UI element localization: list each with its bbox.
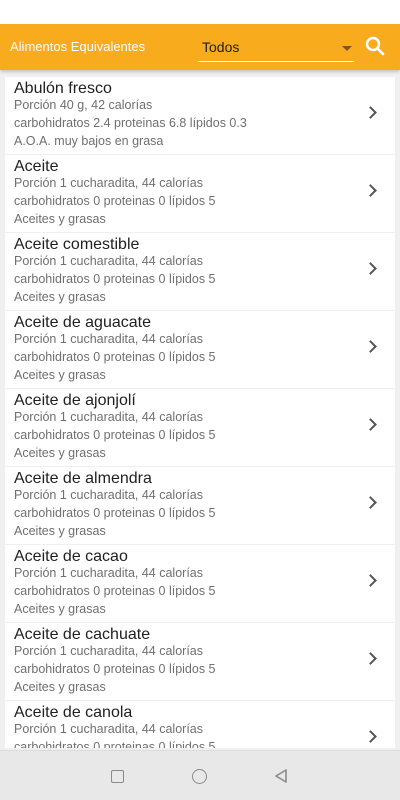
food-macros: carbohidratos 2.4 proteinas 6.8 lípidos …	[14, 116, 247, 130]
food-name: Abulón fresco	[14, 80, 112, 97]
food-list-item[interactable]: Aceite de cacao Porción 1 cucharadita, 4…	[5, 545, 395, 622]
food-name: Aceite de aguacate	[14, 314, 151, 331]
food-portion: Porción 1 cucharadita, 44 calorías	[14, 254, 203, 268]
search-icon	[365, 36, 385, 56]
food-portion: Porción 1 cucharadita, 44 calorías	[14, 566, 203, 580]
food-name: Aceite	[14, 158, 59, 175]
food-group: Aceites y grasas	[14, 446, 106, 460]
food-macros: carbohidratos 0 proteinas 0 lípidos 5	[14, 662, 216, 676]
food-portion: Porción 1 cucharadita, 44 calorías	[14, 410, 203, 424]
chevron-right-icon	[364, 730, 377, 743]
food-list-item[interactable]: Aceite de ajonjolí Porción 1 cucharadita…	[5, 389, 395, 466]
food-portion: Porción 40 g, 42 calorías	[14, 98, 153, 112]
food-macros: carbohidratos 0 proteinas 0 lípidos 5	[14, 740, 216, 748]
status-bar	[0, 0, 400, 24]
triangle-back-icon[interactable]	[273, 768, 289, 784]
category-filter-select[interactable]: Todos	[198, 34, 354, 62]
food-name: Aceite de cachuate	[14, 626, 151, 643]
food-list-item[interactable]: Aceite Porción 1 cucharadita, 44 caloría…	[5, 155, 395, 232]
chevron-right-icon	[364, 340, 377, 353]
food-portion: Porción 1 cucharadita, 44 calorías	[14, 488, 203, 502]
chevron-right-icon	[364, 574, 377, 587]
food-macros: carbohidratos 0 proteinas 0 lípidos 5	[14, 428, 216, 442]
food-name: Aceite de almendra	[14, 470, 152, 487]
circle-icon[interactable]	[192, 769, 207, 784]
food-name: Aceite de cacao	[14, 548, 128, 565]
food-list-item[interactable]: Aceite comestible Porción 1 cucharadita,…	[5, 233, 395, 310]
square-icon[interactable]	[111, 770, 124, 783]
food-list-item[interactable]: Aceite de cachuate Porción 1 cucharadita…	[5, 623, 395, 700]
system-navigation-bar	[0, 750, 400, 800]
food-macros: carbohidratos 0 proteinas 0 lípidos 5	[14, 194, 216, 208]
chevron-right-icon	[364, 652, 377, 665]
food-group: Aceites y grasas	[14, 212, 106, 226]
food-group: Aceites y grasas	[14, 368, 106, 382]
food-list-item[interactable]: Aceite de canola Porción 1 cucharadita, …	[5, 701, 395, 748]
food-list-item[interactable]: Aceite de aguacate Porción 1 cucharadita…	[5, 311, 395, 388]
food-portion: Porción 1 cucharadita, 44 calorías	[14, 722, 203, 736]
app-bar: Alimentos Equivalentes Todos	[0, 24, 400, 70]
food-portion: Porción 1 cucharadita, 44 calorías	[14, 644, 203, 658]
food-group: Aceites y grasas	[14, 290, 106, 304]
food-group: Aceites y grasas	[14, 680, 106, 694]
food-macros: carbohidratos 0 proteinas 0 lípidos 5	[14, 272, 216, 286]
food-macros: carbohidratos 0 proteinas 0 lípidos 5	[14, 584, 216, 598]
chevron-right-icon	[364, 106, 377, 119]
food-list[interactable]: Abulón fresco Porción 40 g, 42 calorías …	[5, 77, 395, 748]
food-group: Aceites y grasas	[14, 524, 106, 538]
food-portion: Porción 1 cucharadita, 44 calorías	[14, 332, 203, 346]
food-name: Aceite de ajonjolí	[14, 392, 136, 409]
filter-selected-value: Todos	[202, 39, 240, 55]
food-group: Aceites y grasas	[14, 602, 106, 616]
food-list-item[interactable]: Abulón fresco Porción 40 g, 42 calorías …	[5, 77, 395, 154]
food-list-item[interactable]: Aceite de almendra Porción 1 cucharadita…	[5, 467, 395, 544]
food-macros: carbohidratos 0 proteinas 0 lípidos 5	[14, 350, 216, 364]
food-portion: Porción 1 cucharadita, 44 calorías	[14, 176, 203, 190]
chevron-down-icon	[342, 46, 352, 51]
chevron-right-icon	[364, 496, 377, 509]
app-title: Alimentos Equivalentes	[10, 39, 146, 54]
food-group: A.O.A. muy bajos en grasa	[14, 134, 164, 148]
food-name: Aceite de canola	[14, 704, 133, 721]
chevron-right-icon	[364, 418, 377, 431]
chevron-right-icon	[364, 184, 377, 197]
chevron-right-icon	[364, 262, 377, 275]
search-button[interactable]	[363, 34, 387, 58]
food-name: Aceite comestible	[14, 236, 140, 253]
food-macros: carbohidratos 0 proteinas 0 lípidos 5	[14, 506, 216, 520]
